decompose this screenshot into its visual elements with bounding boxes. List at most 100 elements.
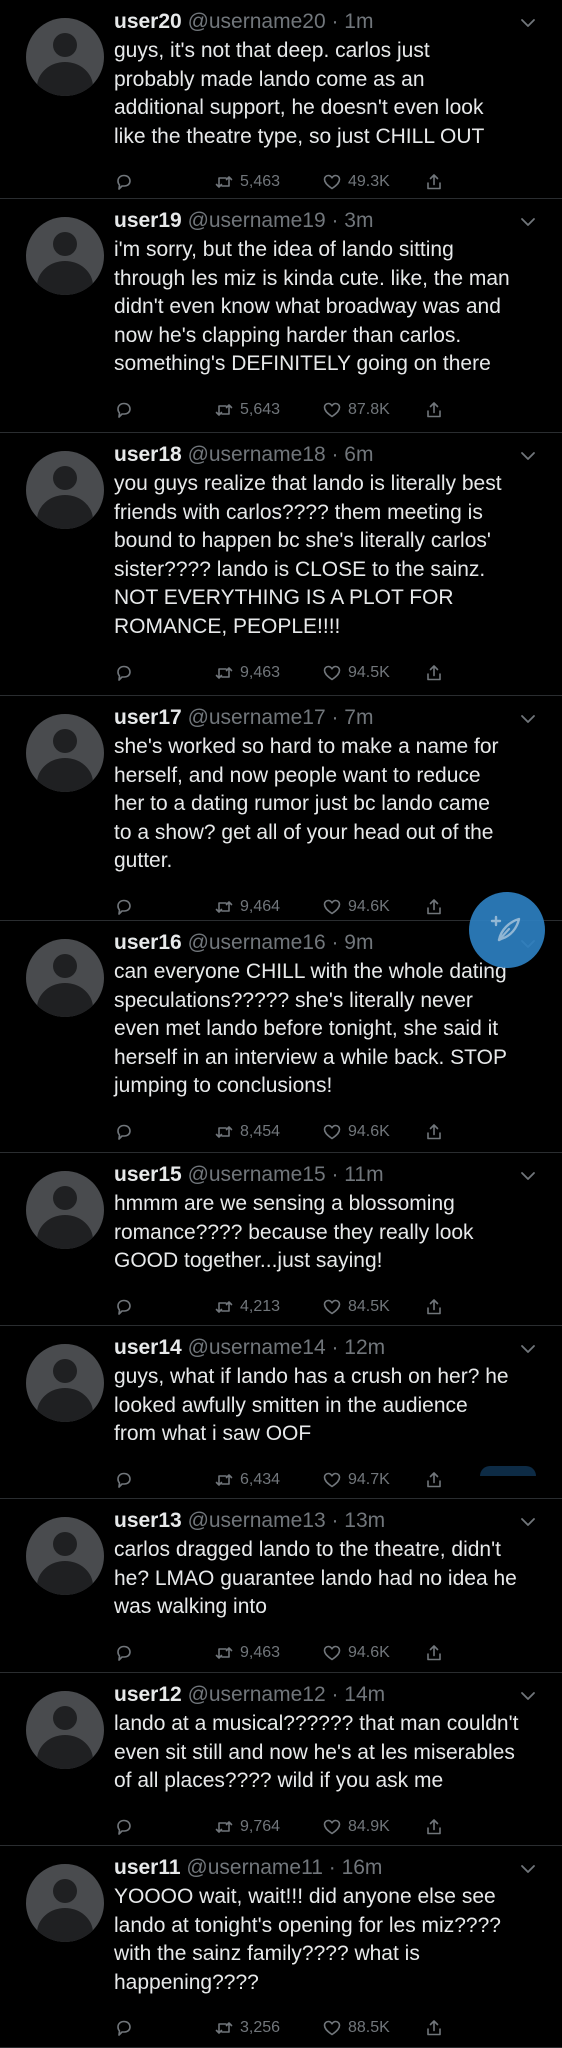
timestamp[interactable]: 9m (344, 931, 373, 954)
display-name[interactable]: user17 (114, 706, 182, 729)
like-button[interactable]: 84.5K (322, 1294, 390, 1320)
tweet-user15[interactable]: user15 @username15 · 11m hmmm are we sen… (0, 1153, 562, 1326)
timestamp[interactable]: 14m (344, 1683, 385, 1706)
timestamp[interactable]: 12m (344, 1336, 385, 1359)
chevron-down-icon[interactable] (520, 1341, 536, 1357)
like-button[interactable]: 49.3K (322, 169, 390, 195)
retweet-button[interactable]: 5,643 (214, 397, 280, 423)
username-handle[interactable]: @username16 (188, 931, 326, 954)
chevron-down-icon[interactable] (520, 448, 536, 464)
tweet-user13[interactable]: user13 @username13 · 13m carlos dragged … (0, 1499, 562, 1673)
display-name[interactable]: user18 (114, 443, 182, 466)
share-button[interactable] (424, 397, 444, 423)
share-button[interactable] (424, 1640, 444, 1666)
display-name[interactable]: user11 (114, 1856, 181, 1879)
share-button[interactable] (424, 1467, 444, 1493)
timestamp[interactable]: 1m (344, 10, 373, 33)
retweet-button[interactable]: 5,463 (214, 169, 280, 195)
reply-button[interactable] (114, 2015, 134, 2041)
reply-button[interactable] (114, 1640, 134, 1666)
like-button[interactable]: 94.6K (322, 1640, 390, 1666)
avatar[interactable] (26, 1517, 104, 1595)
share-button[interactable] (424, 2015, 444, 2041)
username-handle[interactable]: @username19 (188, 209, 326, 232)
timestamp[interactable]: 7m (344, 706, 373, 729)
username-handle[interactable]: @username12 (188, 1683, 326, 1706)
reply-button[interactable] (114, 1294, 134, 1320)
share-button[interactable] (424, 1294, 444, 1320)
display-name[interactable]: user15 (114, 1163, 182, 1186)
retweet-button[interactable]: 9,464 (214, 894, 280, 920)
chevron-down-icon[interactable] (520, 1168, 536, 1184)
avatar[interactable] (26, 939, 104, 1017)
display-name[interactable]: user14 (114, 1336, 182, 1359)
username-handle[interactable]: @username15 (188, 1163, 326, 1186)
retweet-button[interactable]: 8,454 (214, 1119, 280, 1145)
avatar[interactable] (26, 714, 104, 792)
compose-tweet-button[interactable] (469, 892, 545, 968)
retweet-button[interactable]: 9,764 (214, 1814, 280, 1840)
avatar[interactable] (26, 217, 104, 295)
like-button[interactable]: 94.7K (322, 1467, 390, 1493)
share-button[interactable] (424, 894, 444, 920)
tweet-user20[interactable]: user20 @username20 · 1m guys, it's not t… (0, 0, 562, 199)
timestamp[interactable]: 3m (344, 209, 373, 232)
display-name[interactable]: user19 (114, 209, 182, 232)
tweet-user18[interactable]: user18 @username18 · 6m you guys realize… (0, 433, 562, 696)
reply-button[interactable] (114, 1119, 134, 1145)
retweet-button[interactable]: 9,463 (214, 660, 280, 686)
tweet-user12[interactable]: user12 @username12 · 14m lando at a musi… (0, 1673, 562, 1846)
like-button[interactable]: 88.5K (322, 2015, 390, 2041)
chevron-down-icon[interactable] (520, 1688, 536, 1704)
tweet-user16[interactable]: user16 @username16 · 9m can everyone CHI… (0, 921, 562, 1153)
reply-button[interactable] (114, 894, 134, 920)
username-handle[interactable]: @username13 (188, 1509, 326, 1532)
chevron-down-icon[interactable] (520, 1514, 536, 1530)
share-button[interactable] (424, 1814, 444, 1840)
avatar[interactable] (26, 1691, 104, 1769)
like-button[interactable]: 87.8K (322, 397, 390, 423)
like-button[interactable]: 94.6K (322, 894, 390, 920)
reply-button[interactable] (114, 397, 134, 423)
retweet-button[interactable]: 3,256 (214, 2015, 280, 2041)
retweet-button[interactable]: 6,434 (214, 1467, 280, 1493)
retweet-button[interactable]: 4,213 (214, 1294, 280, 1320)
username-handle[interactable]: @username14 (188, 1336, 326, 1359)
reply-button[interactable] (114, 660, 134, 686)
username-handle[interactable]: @username17 (188, 706, 326, 729)
chevron-down-icon[interactable] (520, 1861, 536, 1877)
display-name[interactable]: user20 (114, 10, 182, 33)
avatar[interactable] (26, 1171, 104, 1249)
username-handle[interactable]: @username18 (188, 443, 326, 466)
timestamp[interactable]: 16m (342, 1856, 383, 1879)
reply-button[interactable] (114, 169, 134, 195)
share-button[interactable] (424, 1119, 444, 1145)
avatar[interactable] (26, 1344, 104, 1422)
tweet-user19[interactable]: user19 @username19 · 3m i'm sorry, but t… (0, 199, 562, 433)
like-button[interactable]: 94.5K (322, 660, 390, 686)
retweet-button[interactable]: 9,463 (214, 1640, 280, 1666)
display-name[interactable]: user13 (114, 1509, 182, 1532)
timestamp[interactable]: 6m (344, 443, 373, 466)
reply-button[interactable] (114, 1467, 134, 1493)
like-button[interactable]: 84.9K (322, 1814, 390, 1840)
reply-button[interactable] (114, 1814, 134, 1840)
chevron-down-icon[interactable] (520, 214, 536, 230)
username-handle[interactable]: @username11 (186, 1856, 323, 1879)
avatar[interactable] (26, 1864, 104, 1942)
avatar[interactable] (26, 451, 104, 529)
timestamp[interactable]: 11m (344, 1163, 383, 1186)
chevron-down-icon[interactable] (520, 15, 536, 31)
avatar[interactable] (26, 18, 104, 96)
tweet-user14[interactable]: user14 @username14 · 12m guys, what if l… (0, 1326, 562, 1499)
username-handle[interactable]: @username20 (188, 10, 326, 33)
timestamp[interactable]: 13m (344, 1509, 385, 1532)
share-button[interactable] (424, 169, 444, 195)
display-name[interactable]: user12 (114, 1683, 182, 1706)
tweet-user17[interactable]: user17 @username17 · 7m she's worked so … (0, 696, 562, 921)
display-name[interactable]: user16 (114, 931, 182, 954)
share-button[interactable] (424, 660, 444, 686)
tweet-user11[interactable]: user11 @username11 · 16m YOOOO wait, wai… (0, 1846, 562, 2048)
like-button[interactable]: 94.6K (322, 1119, 390, 1145)
chevron-down-icon[interactable] (520, 711, 536, 727)
